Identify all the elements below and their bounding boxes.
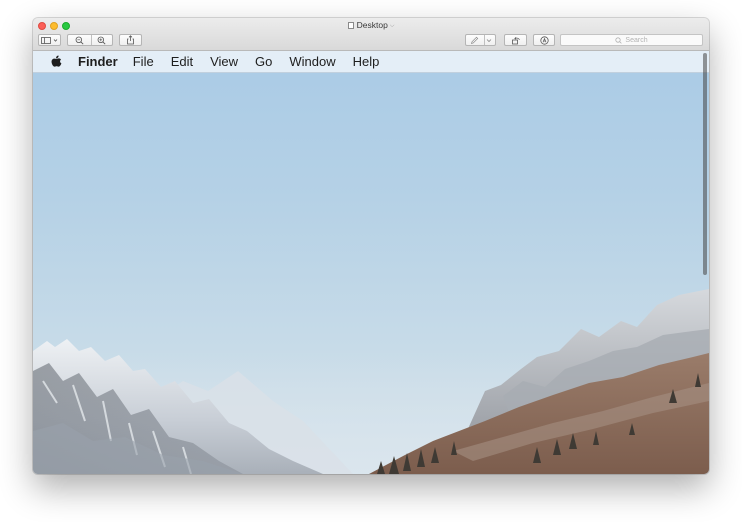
menu-window[interactable]: Window <box>289 54 335 69</box>
rotate-button[interactable] <box>504 34 527 46</box>
markup-icon <box>539 35 549 45</box>
menu-bar: Finder File Edit View Go Window Help <box>33 51 709 73</box>
chevron-down-icon: ⌵ <box>389 23 395 29</box>
window-title[interactable]: Desktop ⌵ <box>33 20 709 30</box>
menu-view[interactable]: View <box>210 54 238 69</box>
pen-options-dropdown[interactable] <box>483 35 495 45</box>
zoom-out-icon <box>75 36 84 45</box>
menu-file[interactable]: File <box>133 54 154 69</box>
search-icon <box>615 36 623 44</box>
zoom-in-button[interactable] <box>90 35 112 45</box>
menu-app-finder[interactable]: Finder <box>78 54 118 69</box>
title-bar: Desktop ⌵ Search <box>33 18 709 51</box>
search-field[interactable]: Search <box>560 34 703 46</box>
chevron-down-icon <box>486 38 492 42</box>
markup-pen-button[interactable] <box>465 34 496 46</box>
zoom-out-button[interactable] <box>68 35 90 45</box>
menu-help[interactable]: Help <box>353 54 380 69</box>
share-button[interactable] <box>119 34 142 46</box>
window-title-text: Desktop <box>356 20 388 30</box>
preview-window: Desktop ⌵ Search Finder File Edit View G… <box>33 18 709 474</box>
document-icon <box>347 22 354 29</box>
search-placeholder: Search <box>625 36 648 44</box>
zoom-in-icon <box>97 36 106 45</box>
zoom-segmented-control <box>67 34 113 46</box>
menu-go[interactable]: Go <box>255 54 272 69</box>
vertical-scrollbar[interactable] <box>703 53 707 275</box>
markup-toolbar-button[interactable] <box>533 34 555 46</box>
document-view[interactable]: Finder File Edit View Go Window Help <box>33 51 709 474</box>
rotate-icon <box>511 36 520 44</box>
menu-edit[interactable]: Edit <box>171 54 193 69</box>
sidebar-icon <box>40 36 57 44</box>
apple-icon <box>51 55 62 67</box>
pen-icon <box>470 36 479 44</box>
share-icon <box>127 35 134 45</box>
apple-menu[interactable] <box>51 55 62 68</box>
sidebar-toggle-button[interactable] <box>38 34 61 46</box>
desktop-wallpaper-image <box>33 289 709 474</box>
